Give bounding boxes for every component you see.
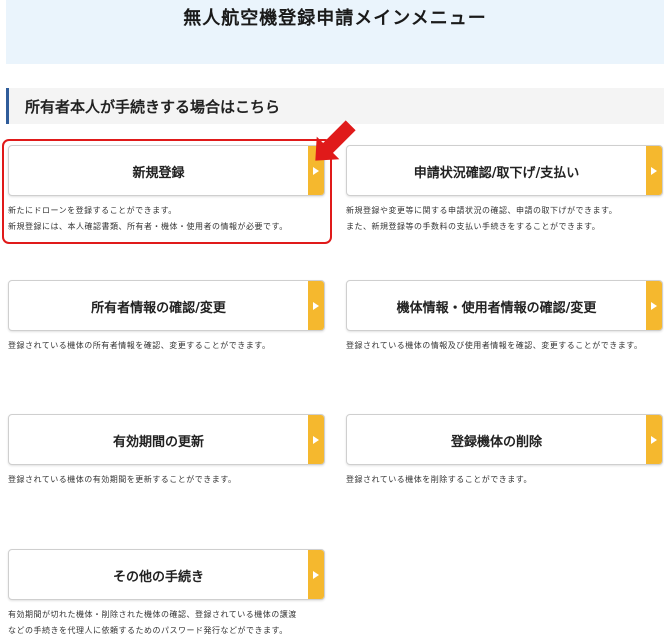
renewal-tab (308, 415, 324, 464)
delete-aircraft-label: 登録機体の削除 (450, 435, 542, 450)
aircraft-info-desc: 登録されている機体の情報及び使用者情報を確認、変更することができます。 (346, 338, 664, 354)
renewal-button[interactable]: 有効期間の更新 (8, 414, 325, 465)
arrow-right-icon (651, 167, 657, 175)
owner-info-desc: 登録されている機体の所有者情報を確認、変更することができます。 (8, 338, 338, 354)
status-check-button[interactable]: 申請状況確認/取下げ/支払い (346, 145, 663, 196)
aircraft-info-button[interactable]: 機体情報・使用者情報の確認/変更 (346, 280, 663, 331)
arrow-right-icon (651, 436, 657, 444)
desc-line: などの手続きを代理人に依頼するためのパスワード発行などができます。 (8, 626, 288, 635)
arrow-right-icon (313, 571, 319, 579)
other-procedures-label: その他の手続き (112, 570, 204, 585)
renewal-desc: 登録されている機体の有効期間を更新することができます。 (8, 472, 338, 488)
arrow-right-icon (651, 302, 657, 310)
status-check-label: 申請状況確認/取下げ/支払い (413, 166, 580, 181)
aircraft-info-label: 機体情報・使用者情報の確認/変更 (396, 301, 597, 316)
renewal-label: 有効期間の更新 (112, 435, 204, 450)
other-procedures-tab (308, 550, 324, 599)
delete-aircraft-button[interactable]: 登録機体の削除 (346, 414, 663, 465)
owner-info-tab (308, 281, 324, 330)
highlight-box (2, 139, 332, 244)
delete-aircraft-tab (646, 415, 662, 464)
aircraft-info-tab (646, 281, 662, 330)
section-heading-text: 所有者本人が手続きする場合はこちら (25, 98, 281, 116)
other-procedures-button[interactable]: その他の手続き (8, 549, 325, 600)
desc-line: 有効期間が切れた機体・削除された機体の確認、登録されている機体の譲渡 (8, 610, 297, 619)
pointer-arrow-icon (315, 120, 356, 161)
desc-line: 登録されている機体の情報及び使用者情報を確認、変更することができます。 (346, 341, 643, 350)
desc-line: 登録されている機体の所有者情報を確認、変更することができます。 (8, 341, 271, 350)
header-banner: 無人航空機登録申請メインメニュー (6, 0, 664, 64)
arrow-right-icon (313, 436, 319, 444)
owner-info-button[interactable]: 所有者情報の確認/変更 (8, 280, 325, 331)
delete-aircraft-desc: 登録されている機体を削除することができます。 (346, 472, 664, 488)
status-check-desc: 新規登録や変更等に関する申請状況の確認、申請の取下げができます。 また、新規登録… (346, 203, 664, 235)
desc-line: 登録されている機体の有効期間を更新することができます。 (8, 475, 237, 484)
other-procedures-desc: 有効期間が切れた機体・削除された機体の確認、登録されている機体の譲渡 などの手続… (8, 607, 338, 637)
arrow-right-icon (313, 302, 319, 310)
owner-info-label: 所有者情報の確認/変更 (91, 301, 226, 316)
desc-line: 登録されている機体を削除することができます。 (346, 475, 532, 484)
page-title: 無人航空機登録申請メインメニュー (183, 8, 487, 29)
desc-line: 新規登録や変更等に関する申請状況の確認、申請の取下げができます。 (346, 206, 618, 215)
desc-line: また、新規登録等の手数料の支払い手続きをすることができます。 (346, 222, 601, 231)
status-check-tab (646, 146, 662, 195)
